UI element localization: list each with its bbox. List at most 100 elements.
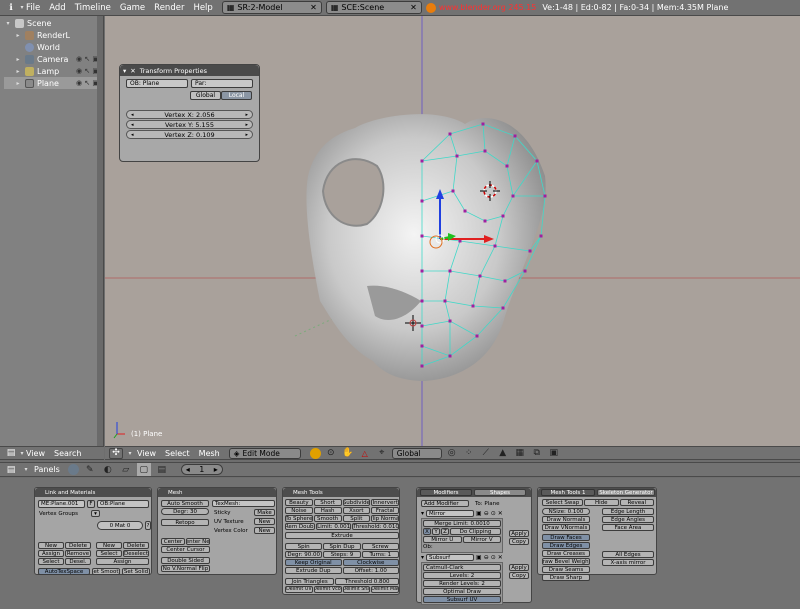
tab-shapes[interactable]: Shapes	[474, 489, 526, 496]
realtime-icon[interactable]: ▣	[476, 510, 482, 517]
mesh-vertex[interactable]	[421, 270, 424, 273]
center-button[interactable]: Center	[161, 538, 185, 545]
mirror-name-field[interactable]: Mirror	[426, 510, 474, 517]
increment-icon[interactable]: ▸	[245, 122, 248, 128]
mesh-vertex[interactable]	[540, 235, 543, 238]
edge-length-toggle[interactable]: Edge Length	[602, 508, 654, 515]
mesh-vertex[interactable]	[502, 215, 505, 218]
mesh-vertex[interactable]	[449, 320, 452, 323]
mode-selector[interactable]: ◈Edit Mode	[229, 448, 301, 459]
spin-button[interactable]: Spin	[285, 543, 322, 550]
center-new-button[interactable]: Center New	[186, 538, 210, 545]
menu-file[interactable]: File	[26, 3, 40, 13]
mesh-vertex[interactable]	[449, 355, 452, 358]
info-window-icon[interactable]: ℹ	[4, 1, 18, 14]
frame-field[interactable]: ◂1▸	[181, 464, 223, 475]
mirror-apply-button[interactable]: Apply	[509, 530, 529, 537]
menu-collapse-icon[interactable]: ▾	[18, 4, 26, 11]
panel-header[interactable]: Link and Materials	[35, 488, 151, 497]
smooth-degrees-field[interactable]: Degr: 30	[161, 508, 209, 515]
mesh-vertex[interactable]	[449, 270, 452, 273]
realtime-icon[interactable]: ▣	[476, 554, 482, 561]
editor-type-icon[interactable]: ▤	[4, 463, 18, 476]
panel-header[interactable]: Mesh	[158, 488, 276, 497]
transform-panel-header[interactable]: ▾✕ Transform Properties	[120, 65, 259, 76]
vgroup-delete-button[interactable]: Delete	[65, 542, 91, 549]
move-up-icon[interactable]: ⊖	[484, 510, 489, 517]
screen-selector[interactable]: ▦SR:2-Model✕	[222, 1, 322, 14]
split-button[interactable]: Split	[343, 515, 371, 522]
occlude-icon[interactable]: ▦	[513, 447, 527, 460]
noise-button[interactable]: Noise	[285, 507, 313, 514]
mesh-vertex[interactable]	[456, 155, 459, 158]
x-axis-mirror-toggle[interactable]: X-axis mirror	[602, 559, 654, 566]
mesh-vertex[interactable]	[482, 123, 485, 126]
smooth-button[interactable]: Smooth	[314, 515, 342, 522]
no-vnormal-flip-toggle[interactable]: No V.Normal Flip	[161, 565, 210, 572]
mesh-vertex[interactable]	[529, 250, 532, 253]
collapse-icon[interactable]: ▾	[421, 510, 424, 517]
menu-collapse-icon[interactable]: ▾	[22, 466, 30, 473]
beauty-toggle[interactable]: Beauty	[285, 499, 313, 506]
join-threshold-field[interactable]: Threshold 0.800	[335, 578, 399, 585]
expand-icon[interactable]: ▸	[14, 68, 22, 75]
vgroup-new-button[interactable]: New	[38, 542, 64, 549]
face-select-icon[interactable]: ▲	[496, 447, 510, 460]
join-triangles-button[interactable]: Join Triangles	[285, 578, 334, 585]
material-assign-button[interactable]: Assign	[96, 558, 149, 565]
mesh-vertex[interactable]	[484, 220, 487, 223]
orientation-selector[interactable]: Global	[392, 448, 442, 459]
outliner-item-renderl[interactable]: ▸RenderL	[4, 29, 103, 41]
mesh-vertex[interactable]	[484, 150, 487, 153]
select-swap-button[interactable]: Select Swap	[542, 499, 583, 506]
decrement-icon[interactable]: ◂	[131, 132, 134, 138]
mesh-vertex[interactable]	[494, 245, 497, 248]
add-modifier-menu[interactable]: Add Modifier	[421, 500, 469, 507]
mesh-vertex[interactable]	[536, 160, 539, 163]
menu-render[interactable]: Render	[154, 3, 184, 13]
menu-search[interactable]: Search	[54, 449, 81, 458]
delimit-uv-toggle[interactable]: Delimit UV	[285, 586, 313, 593]
tab-mesh-tools-1[interactable]: Mesh Tools 1	[541, 489, 595, 496]
subsurf-copy-button[interactable]: Copy	[509, 572, 529, 579]
vgroup-select-button[interactable]: Select	[38, 558, 64, 565]
delimit-sharp-toggle[interactable]: Delimit Sha	[343, 586, 371, 593]
uv-texture-new-button[interactable]: New	[254, 518, 275, 525]
mesh-vertex[interactable]	[421, 345, 424, 348]
edge-angles-toggle[interactable]: Edge Angles	[602, 516, 654, 523]
visibility-icons[interactable]: ◉ ↖ ▣	[76, 55, 99, 63]
editor-type-icon[interactable]: ✣	[109, 448, 123, 459]
draw-type-icon[interactable]	[310, 448, 321, 459]
object-name-field[interactable]: OB: Plane	[126, 79, 188, 88]
subdivide-button[interactable]: Subdivide	[343, 499, 371, 506]
editing-context-icon[interactable]: ▢	[137, 463, 151, 476]
subsurf-name-field[interactable]: Subsurf	[426, 554, 474, 561]
parent-field[interactable]: Par:	[191, 79, 253, 88]
subsurf-uv-toggle[interactable]: Subsurf UV	[423, 596, 501, 603]
viewport-3d[interactable]: (1) Plane ▾✕ Transform Properties OB: Pl…	[105, 16, 800, 446]
menu-timeline[interactable]: Timeline	[75, 3, 111, 13]
visibility-icons[interactable]: ◉ ↖ ▣	[76, 79, 99, 87]
outliner-item-scene[interactable]: ▾Scene	[4, 17, 103, 29]
mesh-vertex[interactable]	[444, 300, 447, 303]
menu-add[interactable]: Add	[49, 3, 65, 13]
hide-button[interactable]: Hide	[584, 499, 619, 506]
menu-panels[interactable]: Panels	[34, 465, 60, 474]
mirror-v-toggle[interactable]: Mirror V	[463, 536, 502, 543]
set-solid-button[interactable]: Set Solid	[122, 568, 150, 575]
set-smooth-button[interactable]: Set Smooth	[92, 568, 120, 575]
mesh-vertex[interactable]	[421, 300, 424, 303]
vertex-z-field[interactable]: ◂Vertex Z: 0.109▸	[126, 130, 253, 139]
fractal-button[interactable]: Fractal	[371, 507, 399, 514]
mesh-vertex[interactable]	[524, 270, 527, 273]
auto-smooth-toggle[interactable]: Auto Smooth	[161, 500, 209, 507]
material-deselect-button[interactable]: Deselect	[123, 550, 149, 557]
steps-field[interactable]: Steps: 9	[323, 551, 360, 558]
delete-modifier-icon[interactable]: ✕	[498, 510, 503, 517]
mesh-name-field[interactable]: ME:Plane.001	[38, 500, 85, 508]
local-toggle[interactable]: Local	[221, 91, 252, 100]
outliner-item-camera[interactable]: ▸Camera◉ ↖ ▣	[4, 53, 103, 65]
screw-button[interactable]: Screw	[362, 543, 399, 550]
vertex-x-field[interactable]: ◂Vertex X: 2.056▸	[126, 110, 253, 119]
mesh-vertex[interactable]	[449, 133, 452, 136]
